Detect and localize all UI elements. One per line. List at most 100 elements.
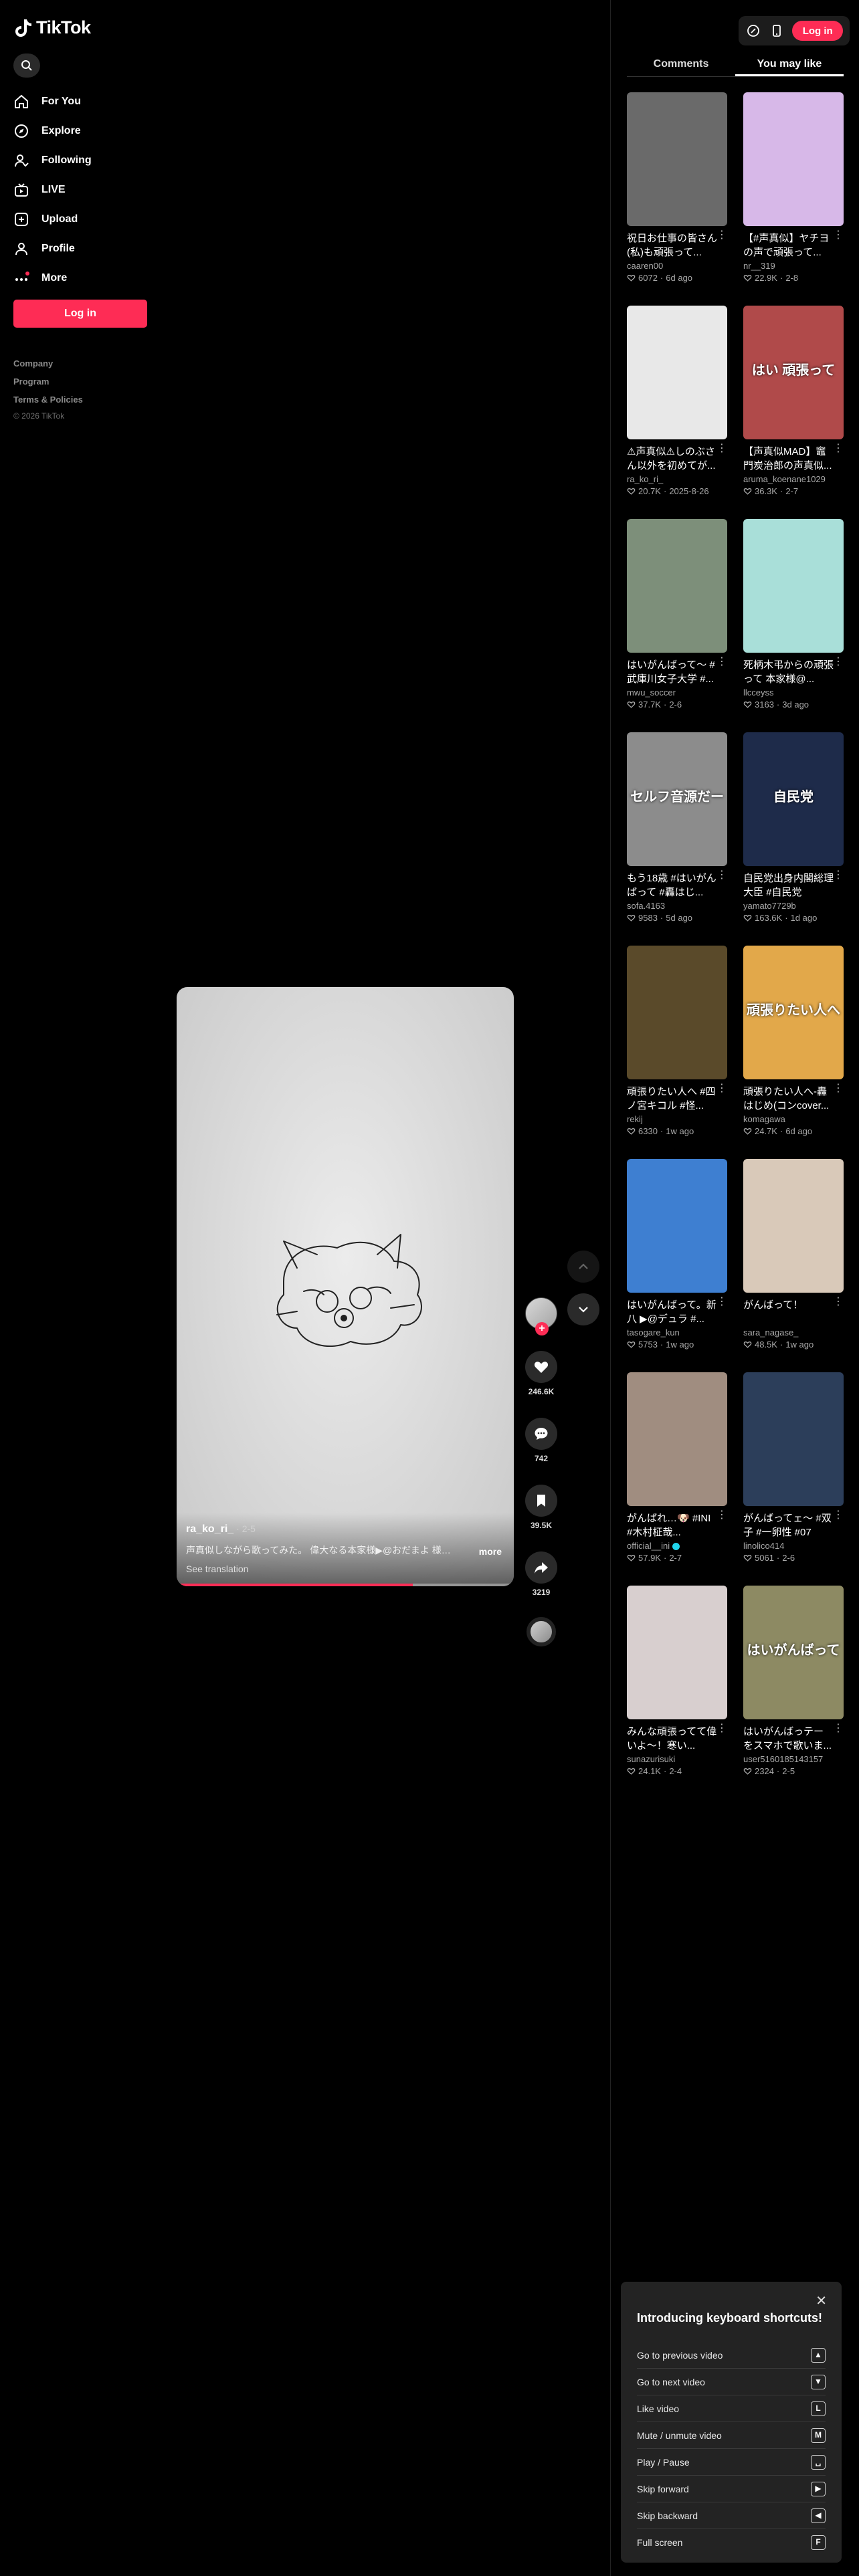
video-thumbnail[interactable]: セルフ音源だー <box>627 732 727 866</box>
card-title[interactable]: がんばって！ <box>743 1298 844 1326</box>
card-title[interactable]: ⚠声真似⚠しのぶさん以外を初めてが... <box>627 445 727 473</box>
card-user[interactable]: user5160185143157 <box>743 1754 844 1766</box>
card-user[interactable]: nr__319 <box>743 261 844 273</box>
card-title[interactable]: はいがんばって。新八 ▶@デュラ #... <box>627 1298 727 1326</box>
coins-button[interactable] <box>745 23 761 39</box>
sidebar-item-for-you[interactable]: For You <box>13 87 147 116</box>
card-title[interactable]: みんな頑張ってて偉いよ〜！寒い... <box>627 1725 727 1753</box>
card-username[interactable]: tasogare_kun <box>627 1327 680 1337</box>
video-card[interactable]: ⚠声真似⚠しのぶさん以外を初めてが... ⋮ ra_ko_ri_ 20.7K · 2025… <box>627 306 727 506</box>
more-options-icon[interactable]: ⋮ <box>717 1297 727 1307</box>
sidebar-item-live[interactable]: LIVE <box>13 175 147 205</box>
card-user[interactable]: official__ini <box>627 1541 727 1553</box>
card-title[interactable]: 頑張りたい人へ #四ノ宮キコル #怪... <box>627 1085 727 1113</box>
card-user[interactable]: caaren00 <box>627 261 727 273</box>
video-card[interactable]: セルフ音源だー もう18歳 #はいがんばって #轟はじ... ⋮ sofa.4163 9… <box>627 732 727 933</box>
video-player[interactable]: ra_ko_ri_ · 2-5 声真似しながら歌ってみた。 偉大なる本家様▶@おだ… <box>177 987 514 1586</box>
video-thumbnail[interactable] <box>627 1586 727 1719</box>
sidebar-item-profile[interactable]: Profile <box>13 234 147 263</box>
card-title[interactable]: 【#声真似】ヤチヨの声で頑張って... <box>743 231 844 259</box>
more-options-icon[interactable]: ⋮ <box>717 443 727 454</box>
video-thumbnail[interactable] <box>743 92 844 226</box>
card-user[interactable]: komagawa <box>743 1114 844 1126</box>
sidebar-item-following[interactable]: Following <box>13 146 147 175</box>
card-user[interactable]: mwu_soccer <box>627 687 727 700</box>
video-thumbnail[interactable]: 自民党 <box>743 732 844 866</box>
sidebar-item-upload[interactable]: Upload <box>13 205 147 234</box>
video-author-name[interactable]: ra_ko_ri_ <box>186 1523 233 1535</box>
video-thumbnail[interactable] <box>743 1372 844 1506</box>
video-author[interactable]: ra_ko_ri_ · 2-5 <box>186 1523 256 1535</box>
like-button[interactable] <box>525 1351 557 1383</box>
card-title[interactable]: 死柄木弔からの頑張って 本家様@... <box>743 658 844 686</box>
card-user[interactable]: aruma_koenane1029 <box>743 474 844 486</box>
more-options-icon[interactable]: ⋮ <box>833 1083 844 1094</box>
more-options-icon[interactable]: ⋮ <box>717 1083 727 1094</box>
video-thumbnail[interactable] <box>627 1159 727 1293</box>
card-title[interactable]: はいがんばっテー をスマホで歌いま... <box>743 1725 844 1753</box>
video-card[interactable]: はいがんばって。新八 ▶@デュラ #... ⋮ tasogare_kun 5753 · 1… <box>627 1159 727 1360</box>
more-options-icon[interactable]: ⋮ <box>833 443 844 454</box>
card-title[interactable]: もう18歳 #はいがんばって #轟はじ... <box>627 871 727 899</box>
card-username[interactable]: user5160185143157 <box>743 1754 823 1764</box>
card-user[interactable]: sara_nagase_ <box>743 1327 844 1339</box>
card-user[interactable]: ra_ko_ri_ <box>627 474 727 486</box>
card-username[interactable]: llcceyss <box>743 687 774 697</box>
card-user[interactable]: sofa.4163 <box>627 901 727 913</box>
video-card[interactable]: みんな頑張ってて偉いよ〜！寒い... ⋮ sunazurisuki 24.1K · 2-4 <box>627 1586 727 1786</box>
video-card[interactable]: 自民党 自民党出身内閣総理大臣 #自民党 ⋮ yamato7729b 163.6K · 1d… <box>743 732 844 933</box>
card-user[interactable]: yamato7729b <box>743 901 844 913</box>
card-user[interactable]: llcceyss <box>743 687 844 700</box>
get-app-button[interactable] <box>769 23 784 39</box>
footer-company-link[interactable]: Company <box>13 354 83 372</box>
tab-comments[interactable]: Comments <box>627 52 735 76</box>
card-user[interactable]: rekij <box>627 1114 727 1126</box>
more-options-icon[interactable]: ⋮ <box>833 657 844 667</box>
follow-button[interactable]: + <box>535 1322 549 1335</box>
share-button[interactable] <box>525 1551 557 1584</box>
card-username[interactable]: sara_nagase_ <box>743 1327 798 1337</box>
video-thumbnail[interactable]: はい 頑張って <box>743 306 844 439</box>
card-title[interactable]: 祝日お仕事の皆さん(私)も頑張って... <box>627 231 727 259</box>
video-card[interactable]: がんばって！ ⋮ sara_nagase_ 48.5K · 1w ago <box>743 1159 844 1360</box>
card-username[interactable]: linolico414 <box>743 1541 784 1551</box>
video-card[interactable]: はいがんばって はいがんばっテー をスマホで歌いま... ⋮ user51601851… <box>743 1586 844 1786</box>
card-username[interactable]: sunazurisuki <box>627 1754 675 1764</box>
video-card[interactable]: 頑張りたい人へ 頑張りたい人へ-轟はじめ(コンcover... ⋮ komagawa 2… <box>743 946 844 1146</box>
tiktok-logo[interactable]: TikTok <box>15 17 91 38</box>
more-options-icon[interactable]: ⋮ <box>717 230 727 241</box>
video-thumbnail[interactable]: はいがんばって <box>743 1586 844 1719</box>
card-user[interactable]: linolico414 <box>743 1541 844 1553</box>
more-options-icon[interactable]: ⋮ <box>833 230 844 241</box>
sidebar-item-explore[interactable]: Explore <box>13 116 147 146</box>
card-username[interactable]: caaren00 <box>627 261 663 271</box>
video-thumbnail[interactable] <box>743 1159 844 1293</box>
more-options-icon[interactable]: ⋮ <box>717 657 727 667</box>
video-thumbnail[interactable] <box>627 92 727 226</box>
header-login-button[interactable]: Log in <box>792 21 843 41</box>
card-username[interactable]: aruma_koenane1029 <box>743 474 826 484</box>
card-title[interactable]: がんばれ…🐶 #INI #木村柾哉... <box>627 1511 727 1539</box>
video-card[interactable]: 死柄木弔からの頑張って 本家様@... ⋮ llcceyss 3163 · 3d ago <box>743 519 844 720</box>
save-button[interactable] <box>525 1485 557 1517</box>
more-options-icon[interactable]: ⋮ <box>717 870 727 881</box>
video-card[interactable]: がんばれ…🐶 #INI #木村柾哉... ⋮ official__ini 57.9K ·… <box>627 1372 727 1573</box>
card-title[interactable]: 【声真似MAD】竈門炭治郎の声真似... <box>743 445 844 473</box>
video-thumbnail[interactable] <box>627 946 727 1079</box>
more-options-icon[interactable]: ⋮ <box>833 1510 844 1521</box>
video-card[interactable]: 【#声真似】ヤチヨの声で頑張って... ⋮ nr__319 22.9K · 2-8 <box>743 92 844 293</box>
video-card[interactable]: はい 頑張って【声真似MAD】竈門炭治郎の声真似... ⋮ aruma_koenan… <box>743 306 844 506</box>
card-username[interactable]: sofa.4163 <box>627 901 665 911</box>
card-username[interactable]: nr__319 <box>743 261 775 271</box>
more-options-icon[interactable]: ⋮ <box>833 1297 844 1307</box>
video-thumbnail[interactable] <box>743 519 844 653</box>
previous-video-button[interactable] <box>567 1251 599 1283</box>
video-thumbnail[interactable] <box>627 306 727 439</box>
next-video-button[interactable] <box>567 1293 599 1325</box>
login-button[interactable]: Log in <box>13 300 147 328</box>
tab-you-may-like[interactable]: You may like <box>735 52 844 76</box>
footer-program-link[interactable]: Program <box>13 372 83 391</box>
music-disc[interactable] <box>527 1617 556 1646</box>
video-thumbnail[interactable] <box>627 1372 727 1506</box>
caption-more-button[interactable]: more <box>479 1546 502 1557</box>
